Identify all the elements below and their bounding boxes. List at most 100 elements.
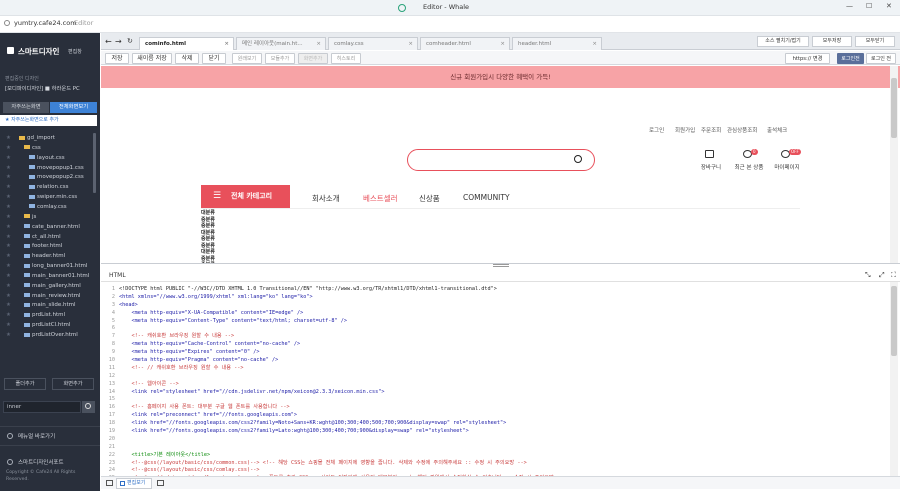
code-line[interactable] xyxy=(119,436,889,444)
close-all-button[interactable]: 모두닫기 xyxy=(855,36,895,47)
before-login-button[interactable]: 로그인전 xyxy=(837,53,864,64)
star-icon[interactable]: ★ xyxy=(6,153,11,163)
code-line[interactable] xyxy=(119,325,889,333)
top-link[interactable]: 출석체크 xyxy=(767,126,787,134)
tree-item[interactable]: ★ prdListCl.html xyxy=(0,320,92,330)
star-icon[interactable]: ★ xyxy=(6,232,11,242)
edit-view-tab[interactable]: 편집보기 xyxy=(116,478,152,489)
code-line[interactable]: <!DOCTYPE html PUBLIC "-//W3C//DTD XHTML… xyxy=(119,286,889,294)
search-button[interactable] xyxy=(82,401,95,413)
code-line[interactable]: <html xmlns="//www.w3.org/1999/xhtml" xm… xyxy=(119,294,889,302)
code-line[interactable]: <meta http-equiv="Content-Type" content=… xyxy=(119,318,889,326)
code-line[interactable]: <meta http-equiv="Expires" content="0" /… xyxy=(119,349,889,357)
code-line[interactable]: <head> xyxy=(119,302,889,310)
save-button[interactable]: 저장 xyxy=(105,53,129,64)
top-link[interactable]: 회원가입 xyxy=(675,126,695,134)
tree-item[interactable]: ★ movepopup1.css xyxy=(0,163,92,173)
refresh-icon[interactable]: ↻ xyxy=(127,37,133,45)
star-icon[interactable]: ★ xyxy=(6,202,11,212)
top-link[interactable]: 주문조회 xyxy=(701,126,721,134)
nav-item[interactable]: 회사소개 xyxy=(312,193,340,204)
close-button[interactable]: ✕ xyxy=(886,2,892,10)
splitter-handle[interactable] xyxy=(493,264,509,267)
star-icon[interactable]: ★ xyxy=(6,300,11,310)
minimize-button[interactable]: — xyxy=(846,2,853,10)
code-line[interactable]: <!-- 캐쉬호환 브라우징 원할 수 내용 --> xyxy=(119,333,889,341)
https-change-button[interactable]: https:// 변경 xyxy=(785,53,830,64)
tree-item[interactable]: ★ main_gallery.html xyxy=(0,281,92,291)
tree-item[interactable]: ★ long_banner01.html xyxy=(0,261,92,271)
tree-item[interactable]: ★ main_slide.html xyxy=(0,300,92,310)
star-icon[interactable]: ★ xyxy=(6,182,11,192)
tree-item[interactable]: ★ ct_all.html xyxy=(0,232,92,242)
login-view-button[interactable]: 로그인 전 xyxy=(866,53,896,64)
tree-scrollbar[interactable] xyxy=(93,133,96,193)
header-icon-button[interactable]: 0 최근 본 상품 xyxy=(729,149,769,174)
expand-icon[interactable]: ⤢ xyxy=(879,271,885,280)
top-link[interactable]: 로그인 xyxy=(649,126,664,134)
code-line[interactable]: <link rel="preconnect" href="//fonts.goo… xyxy=(119,412,889,420)
tree-item[interactable]: ★ header.html xyxy=(0,251,92,261)
close-icon[interactable]: × xyxy=(224,38,229,50)
favorites-button[interactable]: 자주쓰는화면 xyxy=(3,102,49,113)
nav-item[interactable]: COMMUNITY xyxy=(463,193,510,202)
star-icon[interactable]: ★ xyxy=(6,320,11,330)
collapse-icon[interactable]: ⤡ xyxy=(865,271,871,280)
star-icon[interactable]: ★ xyxy=(6,261,11,271)
header-icon-button[interactable]: OFF 마이페이지 xyxy=(767,149,807,174)
code-line[interactable]: <title>기본 레이아웃</title> xyxy=(119,452,889,460)
promo-banner[interactable]: 신규 회원가입시 다양한 혜택이 가득! xyxy=(101,66,900,88)
editor-tab[interactable]: cominfo.html × xyxy=(139,37,234,50)
editor-tab[interactable]: header.html × xyxy=(512,37,602,50)
nav-item[interactable]: 신상품 xyxy=(419,193,440,204)
close-icon[interactable]: × xyxy=(408,38,413,50)
preview-scroll-thumb[interactable] xyxy=(891,78,897,138)
star-icon[interactable]: ★ xyxy=(6,143,11,153)
tree-item[interactable]: ★ comlay.css xyxy=(0,202,92,212)
star-icon[interactable]: ★ xyxy=(6,271,11,281)
top-link[interactable]: 관심상품조회 xyxy=(727,126,757,134)
code-line[interactable]: <link rel="stylesheet" href="//cdn.jsdel… xyxy=(119,389,889,397)
tree-item[interactable]: ★ cate_banner.html xyxy=(0,222,92,232)
tree-item[interactable]: ★ prdListOver.html xyxy=(0,330,92,340)
code-line[interactable]: <link href="//fonts.googleapis.com/css2?… xyxy=(119,428,889,436)
fullscreen-icon[interactable]: ⛶ xyxy=(891,271,896,280)
tree-item[interactable]: ★ swiper.min.css xyxy=(0,192,92,202)
add-module-button[interactable]: 모듈추가 xyxy=(265,53,295,64)
editor-tab[interactable]: comlay.css × xyxy=(328,37,418,50)
star-icon[interactable]: ★ xyxy=(6,241,11,251)
close-icon[interactable]: × xyxy=(500,38,505,50)
tree-item[interactable]: ★ movepopup2.css xyxy=(0,172,92,182)
category-item[interactable]: 중분류 xyxy=(201,261,215,263)
star-icon[interactable]: ★ xyxy=(6,172,11,182)
search-icon[interactable] xyxy=(574,155,582,163)
add-favorite-link[interactable]: ★ 자주쓰는화면으로 추가 xyxy=(0,115,97,126)
manual-link[interactable]: 메뉴얼 바로가기 xyxy=(0,426,100,446)
tree-item[interactable]: ★ main_review.html xyxy=(0,291,92,301)
star-icon[interactable]: ★ xyxy=(6,133,11,143)
star-icon[interactable]: ★ xyxy=(6,192,11,202)
star-icon[interactable]: ★ xyxy=(6,281,11,291)
code-line[interactable]: <!-- 홈페이지 사용 폰트: 대부분 구글 웹 폰트를 사용합니다 --> xyxy=(119,404,889,412)
tree-item[interactable]: ★ gd_import xyxy=(0,133,92,143)
editor-tab[interactable]: comheader.html × xyxy=(420,37,510,50)
search-input[interactable]: inner xyxy=(3,401,81,413)
star-icon[interactable]: ★ xyxy=(6,222,11,232)
code-scroll-thumb[interactable] xyxy=(891,286,897,356)
code-text[interactable]: <!DOCTYPE html PUBLIC "-//W3C//DTD XHTML… xyxy=(119,286,889,476)
tree-item[interactable]: ★ main_banner01.html xyxy=(0,271,92,281)
code-line[interactable]: <meta http-equiv="X-UA-Compatible" conte… xyxy=(119,310,889,318)
header-icon-button[interactable]: 장바구니 xyxy=(691,150,731,174)
original-view-button[interactable]: 원래보기 xyxy=(232,53,262,64)
tree-item[interactable]: ★ css xyxy=(0,143,92,153)
url-text[interactable]: yumtry.cafe24.com xyxy=(14,19,77,27)
code-line[interactable]: <!-- // 캐쉬호환 브라우징 원할 수 내용 --> xyxy=(119,365,889,373)
close-icon[interactable]: × xyxy=(592,38,597,50)
star-icon[interactable]: ★ xyxy=(6,212,11,222)
tree-item[interactable]: ★ js xyxy=(0,212,92,222)
add-file-button[interactable]: 화면추가 xyxy=(52,378,94,390)
star-icon[interactable]: ★ xyxy=(6,291,11,301)
editor-tab[interactable]: 메인 레이아웃(main.ht... × xyxy=(236,37,326,50)
star-icon[interactable]: ★ xyxy=(6,310,11,320)
close-file-button[interactable]: 닫기 xyxy=(202,53,226,64)
